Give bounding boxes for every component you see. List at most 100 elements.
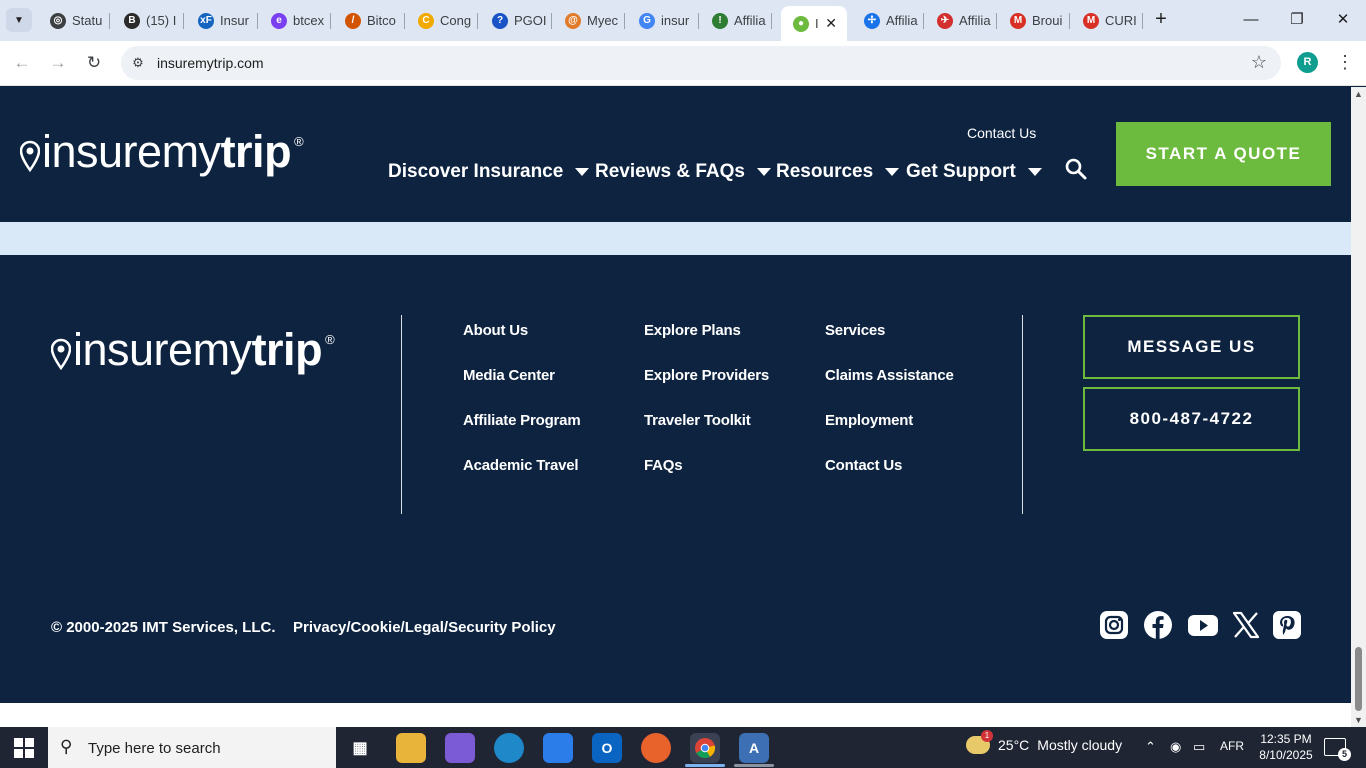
browser-tab[interactable]: C Cong <box>406 6 478 35</box>
reload-button[interactable]: ↻ <box>82 51 106 75</box>
browser-tab[interactable]: M Broui <box>998 6 1070 35</box>
document-app-icon[interactable]: A <box>739 733 769 763</box>
footer-link-affiliate-program[interactable]: Affiliate Program <box>463 412 581 429</box>
footer-link-explore-plans[interactable]: Explore Plans <box>644 322 741 339</box>
chatgpt-icon: ◎ <box>50 12 66 29</box>
tab-title: Cong <box>440 13 472 28</box>
tab-strip: ▼ ◎ Statu B (15) I xF Insur e btcex / Bitco C Cong?… <box>0 0 1366 41</box>
active-app-indicator <box>685 764 725 767</box>
close-window-button[interactable]: ✕ <box>1320 8 1366 32</box>
browser-tab[interactable]: Ginsur <box>627 6 699 35</box>
windows-taskbar: ⚲ Type here to search ▦ O A 1 25°C Mostl… <box>0 727 1366 768</box>
tab-separator <box>624 13 625 29</box>
forward-button[interactable]: → <box>46 51 70 75</box>
light-band <box>0 222 1351 255</box>
chrome-icon[interactable] <box>690 733 720 763</box>
browser-tab[interactable]: / Bitco <box>333 6 405 35</box>
battery-icon[interactable]: ▭ <box>1193 739 1205 755</box>
footer-link-academic-travel[interactable]: Academic Travel <box>463 457 579 474</box>
google-icon: G <box>639 12 655 29</box>
letter-c-icon: C <box>418 12 434 29</box>
footer-link-services[interactable]: Services <box>825 322 885 339</box>
tab-separator <box>698 13 699 29</box>
bookmark-star-icon[interactable]: ☆ <box>1251 52 1267 73</box>
address-bar[interactable]: ⚙ insuremytrip.com ☆ <box>121 46 1281 80</box>
browser-tab[interactable]: @ Myec <box>553 6 625 35</box>
meet-now-icon[interactable]: ◉ <box>1170 739 1181 755</box>
nav-resources[interactable]: Resources <box>776 161 900 183</box>
language-indicator[interactable]: AFR <box>1220 739 1244 753</box>
x-icon[interactable] <box>1231 610 1261 640</box>
new-tab-button[interactable]: + <box>1150 8 1172 32</box>
footer-link-traveler-toolkit[interactable]: Traveler Toolkit <box>644 412 751 429</box>
taskbar-clock[interactable]: 12:35 PM 8/10/2025 <box>1256 731 1316 763</box>
scroll-up-arrow-icon[interactable]: ▲ <box>1354 89 1363 99</box>
footer-logo[interactable]: insuremy trip ® <box>51 324 335 375</box>
profile-avatar[interactable]: R <box>1297 52 1318 73</box>
logo-registered: ® <box>325 332 335 347</box>
browser-tab[interactable]: B (15) I <box>112 6 184 35</box>
taskbar-search-box[interactable]: ⚲ Type here to search <box>48 727 336 768</box>
browser-tab[interactable]: ! Affilia <box>700 6 772 35</box>
close-tab-icon[interactable]: ✕ <box>825 15 837 32</box>
weather-temp: 25°C <box>998 737 1030 753</box>
footer-divider-left <box>401 315 402 514</box>
browser-tab[interactable]: ✢ Affilia <box>852 6 924 35</box>
policy-link[interactable]: Privacy/Cookie/Legal/Security Policy <box>293 619 556 636</box>
browser-tab[interactable]: ? PGOI <box>480 6 552 35</box>
outlook-icon[interactable]: O <box>592 733 622 763</box>
footer-link-about-us[interactable]: About Us <box>463 322 528 339</box>
facebook-icon[interactable] <box>1143 610 1173 640</box>
store-icon[interactable] <box>543 733 573 763</box>
web-page: insuremy trip ® Contact Us Discover Insura… <box>0 87 1351 703</box>
browser-tab[interactable]: ✈ Affilia <box>925 6 997 35</box>
nav-reviews-faqs[interactable]: Reviews & FAQs <box>595 161 771 183</box>
pinterest-icon[interactable] <box>1272 610 1302 640</box>
browser-tab[interactable]: e btcex <box>259 6 331 35</box>
site-settings-icon[interactable]: ⚙ <box>129 54 147 72</box>
footer-link-claims-assistance[interactable]: Claims Assistance <box>825 367 954 384</box>
restore-button[interactable]: ❐ <box>1274 8 1320 32</box>
instagram-icon[interactable] <box>1099 610 1129 640</box>
footer-link-faqs[interactable]: FAQs <box>644 457 683 474</box>
footer-link-employment[interactable]: Employment <box>825 412 913 429</box>
footer-link-explore-providers[interactable]: Explore Providers <box>644 367 769 384</box>
nav-get-support[interactable]: Get Support <box>906 161 1042 183</box>
firefox-icon[interactable] <box>641 733 671 763</box>
file-explorer-icon[interactable] <box>396 733 426 763</box>
footer-link-media-center[interactable]: Media Center <box>463 367 555 384</box>
logo-text-light: insuremy <box>42 126 221 177</box>
logo-text-light: insuremy <box>73 324 252 375</box>
browser-tab[interactable]: xF Insur <box>186 6 258 35</box>
tab-title: btcex <box>293 13 325 28</box>
url-text[interactable]: insuremytrip.com <box>157 55 264 71</box>
start-quote-button[interactable]: START A QUOTE <box>1116 122 1331 186</box>
page-scrollbar[interactable]: ▲ ▼ <box>1351 87 1366 727</box>
weather-widget[interactable]: 1 25°C Mostly cloudy <box>966 730 1122 754</box>
chevron-up-icon[interactable]: ⌃ <box>1145 739 1156 755</box>
scrollbar-thumb[interactable] <box>1355 647 1362 711</box>
phone-button[interactable]: 800-487-4722 <box>1083 387 1300 451</box>
task-view-icon[interactable]: ▦ <box>345 733 375 763</box>
tab-search-button[interactable]: ▼ <box>6 8 32 32</box>
windows-start-icon[interactable] <box>14 738 34 758</box>
map-pin-icon: ● <box>793 15 809 32</box>
chevron-down-icon: ▼ <box>14 14 24 26</box>
browser-tab[interactable]: ◎ Statu <box>38 6 110 35</box>
nav-discover-insurance[interactable]: Discover Insurance <box>388 161 590 183</box>
copilot-icon[interactable] <box>445 733 475 763</box>
search-icon[interactable] <box>1064 157 1088 181</box>
youtube-icon[interactable] <box>1187 610 1219 640</box>
minimize-button[interactable]: — <box>1228 8 1274 32</box>
menu-kebab-icon[interactable]: ⋮ <box>1336 52 1354 72</box>
header-logo[interactable]: insuremy trip ® <box>20 126 304 177</box>
header-contact-link[interactable]: Contact Us <box>967 125 1036 141</box>
back-button[interactable]: ← <box>10 51 34 75</box>
footer-link-contact-us[interactable]: Contact Us <box>825 457 902 474</box>
notification-center-icon[interactable]: 5 <box>1324 738 1351 761</box>
browser-tab[interactable]: M CURI <box>1071 6 1143 35</box>
edge-icon[interactable] <box>494 733 524 763</box>
browser-tab[interactable]: ● I ✕ <box>781 6 847 41</box>
scroll-down-arrow-icon[interactable]: ▼ <box>1354 715 1363 725</box>
message-us-button[interactable]: MESSAGE US <box>1083 315 1300 379</box>
